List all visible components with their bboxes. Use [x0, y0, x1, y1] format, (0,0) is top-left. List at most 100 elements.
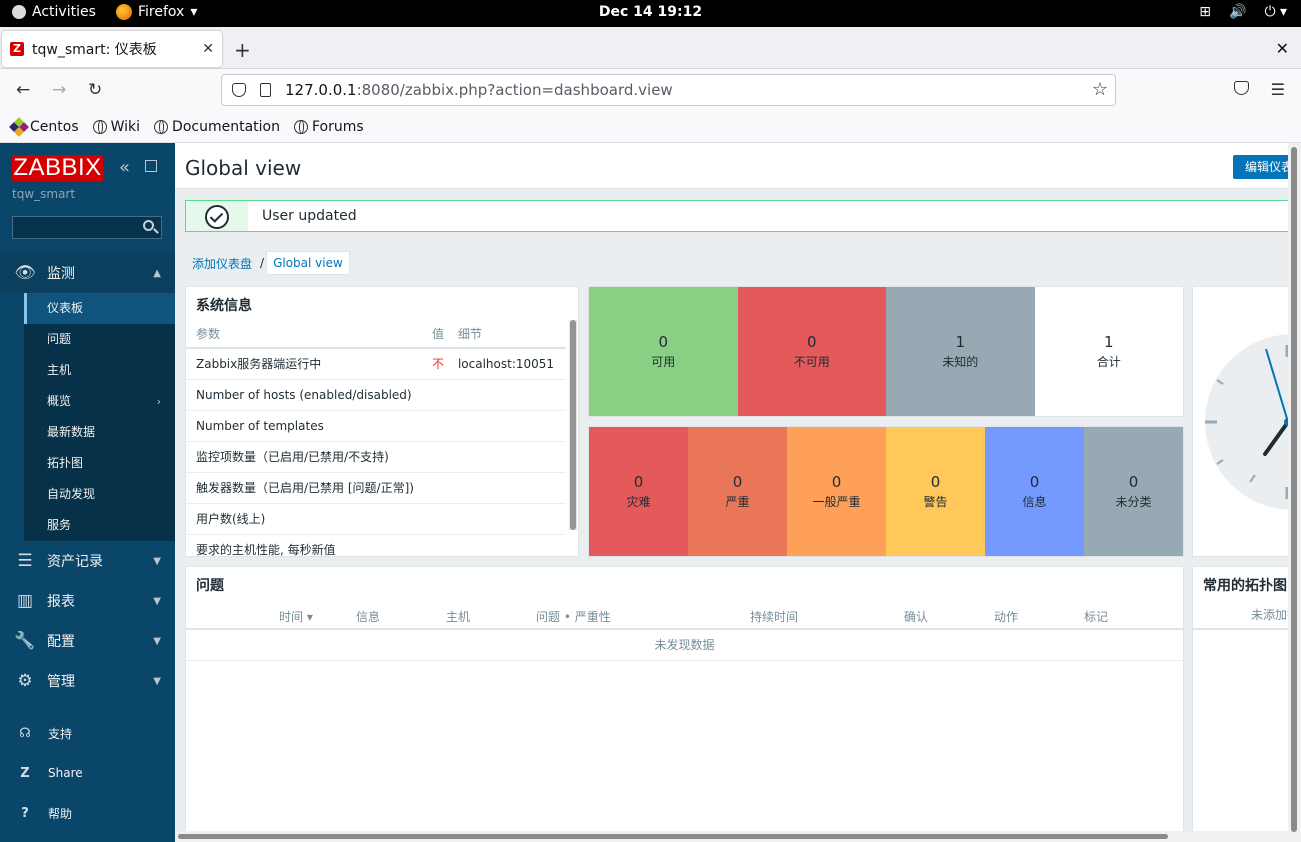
url-text[interactable]: 127.0.0.1:8080/zabbix.php?action=dashboa…: [285, 81, 673, 99]
value-cell: [427, 534, 448, 556]
menu-monitoring[interactable]: 👁 监测 ▲: [0, 253, 175, 293]
column-header-time[interactable]: 时间 ▾: [279, 608, 313, 625]
message-text: User updated: [262, 208, 357, 224]
search-icon[interactable]: [143, 220, 154, 231]
forward-button[interactable]: →: [52, 80, 66, 100]
bookmark-star-icon[interactable]: ☆: [1092, 79, 1108, 100]
system-info-table: 参数 值 细节 Zabbix服务器端运行中 不 localhost:10051 …: [186, 320, 566, 556]
window-close-button[interactable]: ✕: [1276, 39, 1289, 58]
search-input[interactable]: [12, 216, 162, 239]
vertical-scrollbar[interactable]: [1288, 143, 1301, 842]
bookmark-centos[interactable]: Centos: [9, 116, 79, 137]
system-info-widget: 系统信息 参数 值 细节 Zabbix服务器端运行中 不 localhost:1…: [185, 286, 579, 557]
severity-tile-warning[interactable]: 0 警告: [886, 427, 985, 556]
menu-label: Share: [48, 766, 83, 780]
bookmark-forums[interactable]: Forums: [293, 118, 364, 135]
severity-tile-high[interactable]: 0 严重: [688, 427, 787, 556]
bookmark-label: Wiki: [110, 118, 141, 135]
kiosk-mode-icon[interactable]: [145, 160, 157, 172]
monitoring-submenu: 仪表板 问题 主机 概览 › 最新数据 拓扑图 自动发现 服务: [0, 293, 175, 541]
param-cell: 触发器数量（已启用/已禁用 [问题/正常]): [186, 472, 428, 504]
bookmark-wiki[interactable]: Wiki: [92, 118, 141, 135]
volume-icon[interactable]: 🔊: [1229, 4, 1246, 20]
breadcrumb-current[interactable]: Global view: [266, 251, 350, 275]
availability-tile-available[interactable]: 0 可用: [589, 287, 738, 416]
column-header-value: 值: [427, 320, 448, 349]
severity-tile-disaster[interactable]: 0 灾难: [589, 427, 688, 556]
menu-reports[interactable]: ▥ 报表 ▼: [0, 581, 175, 621]
clock-widget: [1192, 286, 1301, 557]
details-cell: [447, 503, 566, 535]
menu-icon[interactable]: ☰: [1271, 80, 1285, 99]
menu-inventory[interactable]: ☰ 资产记录 ▼: [0, 541, 175, 581]
table-row: Number of hosts (enabled/disabled): [186, 379, 566, 411]
sidebar-item-hosts[interactable]: 主机: [24, 355, 175, 386]
menu-share[interactable]: Z Share: [0, 753, 175, 793]
tile-label: 警告: [923, 495, 948, 509]
severity-tile-average[interactable]: 0 一般严重: [787, 427, 886, 556]
menu-label: 报表: [47, 594, 75, 610]
value-cell: [427, 472, 448, 504]
bookmark-label: Forums: [311, 118, 364, 135]
chevron-down-icon: ▼: [153, 555, 161, 567]
param-cell: Number of hosts (enabled/disabled): [186, 379, 428, 411]
network-icon[interactable]: ⊞: [1199, 4, 1211, 20]
availability-tile-unavailable[interactable]: 0 不可用: [737, 287, 886, 416]
tile-label: 严重: [725, 495, 750, 509]
availability-tile-total[interactable]: 1 合计: [1034, 287, 1183, 416]
problems-by-severity-widget: 0 灾难 0 严重 0 一般严重 0 警告 0 信息 0 未分类: [588, 426, 1184, 557]
sidebar-item-problems[interactable]: 问题: [24, 324, 175, 355]
power-icon[interactable]: ⏻ ▾: [1264, 4, 1287, 20]
collapse-sidebar-icon[interactable]: «: [119, 157, 130, 178]
browser-tab[interactable]: Z tqw_smart: 仪表板 ✕: [2, 31, 222, 67]
tab-title: tqw_smart: 仪表板: [32, 42, 157, 58]
menu-configuration[interactable]: 🔧 配置 ▼: [0, 621, 175, 661]
analog-clock-icon: [1205, 334, 1301, 510]
pocket-icon[interactable]: [1234, 81, 1249, 95]
param-cell: Number of templates: [186, 410, 428, 442]
zabbix-logo[interactable]: ZABBIX: [12, 155, 103, 181]
horizontal-scrollbar[interactable]: [175, 831, 1288, 842]
column-header-details: 细节: [447, 320, 566, 349]
column-header-ack: 确认: [904, 610, 929, 624]
bookmark-label: Centos: [30, 118, 79, 135]
menu-help[interactable]: ? 帮助: [0, 793, 175, 833]
breadcrumb-dashboards-link[interactable]: 添加仪表盘: [186, 251, 258, 276]
widget-title: 常用的拓扑图: [1203, 578, 1287, 594]
url-bar[interactable]: 127.0.0.1:8080/zabbix.php?action=dashboa…: [221, 74, 1116, 106]
menu-label: 帮助: [48, 806, 73, 821]
availability-tile-unknown[interactable]: 1 未知的: [886, 287, 1035, 416]
back-button[interactable]: ←: [16, 80, 30, 100]
widget-title: 系统信息: [196, 298, 252, 314]
chevron-down-icon: ▼: [153, 675, 161, 687]
server-name: tqw_smart: [12, 187, 76, 201]
zabbix-favicon-icon: Z: [10, 42, 24, 56]
system-tray[interactable]: ⊞ 🔊 ⏻ ▾: [1199, 4, 1287, 20]
gear-icon: ⚙: [17, 671, 33, 691]
value-cell: 不: [427, 348, 448, 380]
column-header-host: 主机: [446, 610, 471, 624]
severity-tile-not-classified[interactable]: 0 未分类: [1084, 427, 1183, 556]
sidebar-item-latest-data[interactable]: 最新数据: [24, 417, 175, 448]
globe-icon: [92, 119, 107, 134]
sidebar-item-overview[interactable]: 概览 ›: [24, 386, 175, 417]
bookmark-documentation[interactable]: Documentation: [154, 119, 280, 135]
bar-chart-icon: ▥: [16, 591, 34, 611]
sidebar-item-services[interactable]: 服务: [24, 510, 175, 541]
help-icon: ?: [21, 805, 29, 821]
details-cell: localhost:10051: [447, 348, 566, 380]
sidebar-item-dashboard[interactable]: 仪表板: [24, 293, 175, 324]
reload-button[interactable]: ↻: [88, 80, 102, 100]
menu-administration[interactable]: ⚙ 管理 ▼: [0, 661, 175, 701]
sidebar-item-maps[interactable]: 拓扑图: [24, 448, 175, 479]
shield-icon[interactable]: [232, 83, 246, 97]
close-tab-icon[interactable]: ✕: [202, 41, 214, 57]
menu-support[interactable]: ☊ 支持: [0, 713, 175, 753]
severity-tile-information[interactable]: 0 信息: [985, 427, 1084, 556]
tile-label: 灾难: [626, 495, 651, 509]
clock[interactable]: Dec 14 19:12: [0, 4, 1301, 20]
sidebar-item-discovery[interactable]: 自动发现: [24, 479, 175, 510]
new-tab-button[interactable]: +: [234, 38, 251, 62]
page-icon[interactable]: [260, 83, 271, 97]
widget-scrollbar[interactable]: [569, 320, 577, 530]
